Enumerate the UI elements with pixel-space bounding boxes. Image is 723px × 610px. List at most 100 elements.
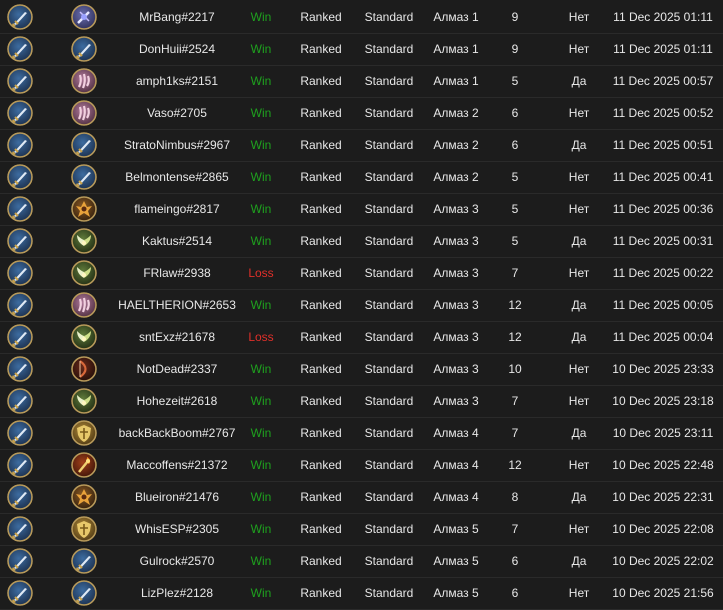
opponent-rank: Алмаз 3 <box>433 234 479 248</box>
table-row[interactable]: WhisESP#2305 Win Ranked Standard Алмаз 5… <box>0 513 723 546</box>
table-row[interactable]: FRlaw#2938 Loss Ranked Standard Алмаз 3 … <box>0 257 723 290</box>
match-result: Win <box>250 74 272 88</box>
opponent-rank: Алмаз 3 <box>433 298 479 312</box>
green-wings-icon <box>71 324 97 350</box>
match-result: Win <box>250 554 272 568</box>
table-row[interactable]: Hohezeit#2618 Win Ranked Standard Алмаз … <box>0 385 723 418</box>
game-format: Standard <box>364 234 414 248</box>
match-result: Win <box>250 426 272 440</box>
game-format: Standard <box>364 490 414 504</box>
turn-count: 6 <box>511 586 519 600</box>
green-wings-icon <box>71 228 97 254</box>
table-row[interactable]: Gulrock#2570 Win Ranked Standard Алмаз 5… <box>0 545 723 578</box>
opponent-name: MrBang#2217 <box>139 10 215 24</box>
game-mode: Ranked <box>300 202 342 216</box>
game-format: Standard <box>364 10 414 24</box>
match-date: 11 Dec 2025 00:36 <box>612 202 714 216</box>
opponent-rank: Алмаз 5 <box>433 522 479 536</box>
game-mode: Ranked <box>300 554 342 568</box>
opponent-name: backBackBoom#2767 <box>118 426 236 440</box>
opponent-rank: Алмаз 3 <box>433 330 479 344</box>
game-mode: Ranked <box>300 394 342 408</box>
turn-count: 7 <box>511 394 519 408</box>
player-class-sword-icon <box>7 548 33 574</box>
game-mode: Ranked <box>300 10 342 24</box>
table-row[interactable]: DonHuii#2524 Win Ranked Standard Алмаз 1… <box>0 33 723 66</box>
table-row[interactable]: amph1ks#2151 Win Ranked Standard Алмаз 1… <box>0 65 723 98</box>
match-result: Win <box>250 362 272 376</box>
table-row[interactable]: NotDead#2337 Win Ranked Standard Алмаз 3… <box>0 353 723 386</box>
game-format: Standard <box>364 458 414 472</box>
opponent-name: amph1ks#2151 <box>135 74 219 88</box>
game-format: Standard <box>364 330 414 344</box>
pink-claw-icon <box>71 100 97 126</box>
opponent-name: Maccoffens#21372 <box>126 458 228 472</box>
turn-count: 5 <box>511 202 519 216</box>
game-mode: Ranked <box>300 330 342 344</box>
opponent-rank: Алмаз 3 <box>433 202 479 216</box>
coin-flag: Нет <box>568 202 590 216</box>
table-row[interactable]: Vaso#2705 Win Ranked Standard Алмаз 2 6 … <box>0 97 723 130</box>
match-date: 11 Dec 2025 01:11 <box>613 10 713 24</box>
match-date: 10 Dec 2025 23:18 <box>612 394 714 408</box>
match-date: 11 Dec 2025 00:31 <box>612 234 714 248</box>
coin-flag: Нет <box>568 522 590 536</box>
game-mode: Ranked <box>300 490 342 504</box>
opponent-name: Blueiron#21476 <box>134 490 220 504</box>
game-mode: Ranked <box>300 522 342 536</box>
game-format: Standard <box>364 74 414 88</box>
table-row[interactable]: Maccoffens#21372 Win Ranked Standard Алм… <box>0 449 723 482</box>
table-row[interactable]: Kaktus#2514 Win Ranked Standard Алмаз 3 … <box>0 225 723 258</box>
match-date: 11 Dec 2025 00:51 <box>612 138 714 152</box>
opponent-rank: Алмаз 1 <box>433 10 479 24</box>
match-result: Win <box>250 170 272 184</box>
turn-count: 5 <box>511 170 519 184</box>
match-date: 11 Dec 2025 00:57 <box>612 74 714 88</box>
table-row[interactable]: HAELTHERION#2653 Win Ranked Standard Алм… <box>0 289 723 322</box>
match-result: Loss <box>248 330 274 344</box>
turn-count: 6 <box>511 554 519 568</box>
gold-shield-icon <box>71 516 97 542</box>
game-format: Standard <box>364 394 414 408</box>
match-date: 10 Dec 2025 22:31 <box>612 490 714 504</box>
match-result: Win <box>250 138 272 152</box>
player-class-sword-icon <box>7 164 33 190</box>
table-row[interactable]: StratoNimbus#2967 Win Ranked Standard Ал… <box>0 129 723 162</box>
match-date: 10 Dec 2025 21:56 <box>612 586 714 600</box>
player-class-sword-icon <box>7 100 33 126</box>
player-class-sword-icon <box>7 36 33 62</box>
player-class-sword-icon <box>7 68 33 94</box>
coin-flag: Нет <box>568 458 590 472</box>
coin-flag: Да <box>571 298 587 312</box>
flame-crest-icon <box>71 484 97 510</box>
table-row[interactable]: backBackBoom#2767 Win Ranked Standard Ал… <box>0 417 723 450</box>
gold-shield-icon <box>71 420 97 446</box>
table-row[interactable]: LizPlez#2128 Win Ranked Standard Алмаз 5… <box>0 577 723 610</box>
table-row[interactable]: sntExz#21678 Loss Ranked Standard Алмаз … <box>0 321 723 354</box>
table-row[interactable]: Blueiron#21476 Win Ranked Standard Алмаз… <box>0 481 723 514</box>
game-format: Standard <box>364 522 414 536</box>
game-format: Standard <box>364 554 414 568</box>
table-row[interactable]: MrBang#2217 Win Ranked Standard Алмаз 1 … <box>0 1 723 34</box>
table-row[interactable]: Belmontense#2865 Win Ranked Standard Алм… <box>0 161 723 194</box>
opponent-rank: Алмаз 5 <box>433 554 479 568</box>
coin-flag: Нет <box>568 170 590 184</box>
opponent-name: StratoNimbus#2967 <box>123 138 231 152</box>
coin-flag: Да <box>571 74 587 88</box>
match-result: Win <box>250 234 272 248</box>
match-date: 10 Dec 2025 22:02 <box>612 554 714 568</box>
turn-count: 5 <box>511 74 519 88</box>
turn-count: 12 <box>508 298 522 312</box>
green-wings-icon <box>71 260 97 286</box>
player-class-sword-icon <box>7 4 33 30</box>
opponent-rank: Алмаз 5 <box>433 586 479 600</box>
player-class-sword-icon <box>7 324 33 350</box>
table-row[interactable]: flameingo#2817 Win Ranked Standard Алмаз… <box>0 193 723 226</box>
game-format: Standard <box>364 106 414 120</box>
game-mode: Ranked <box>300 586 342 600</box>
opponent-name: WhisESP#2305 <box>134 522 220 536</box>
opponent-name: Kaktus#2514 <box>141 234 213 248</box>
opponent-name: Hohezeit#2618 <box>136 394 218 408</box>
match-date: 10 Dec 2025 22:08 <box>612 522 714 536</box>
opponent-name: NotDead#2337 <box>136 362 218 376</box>
